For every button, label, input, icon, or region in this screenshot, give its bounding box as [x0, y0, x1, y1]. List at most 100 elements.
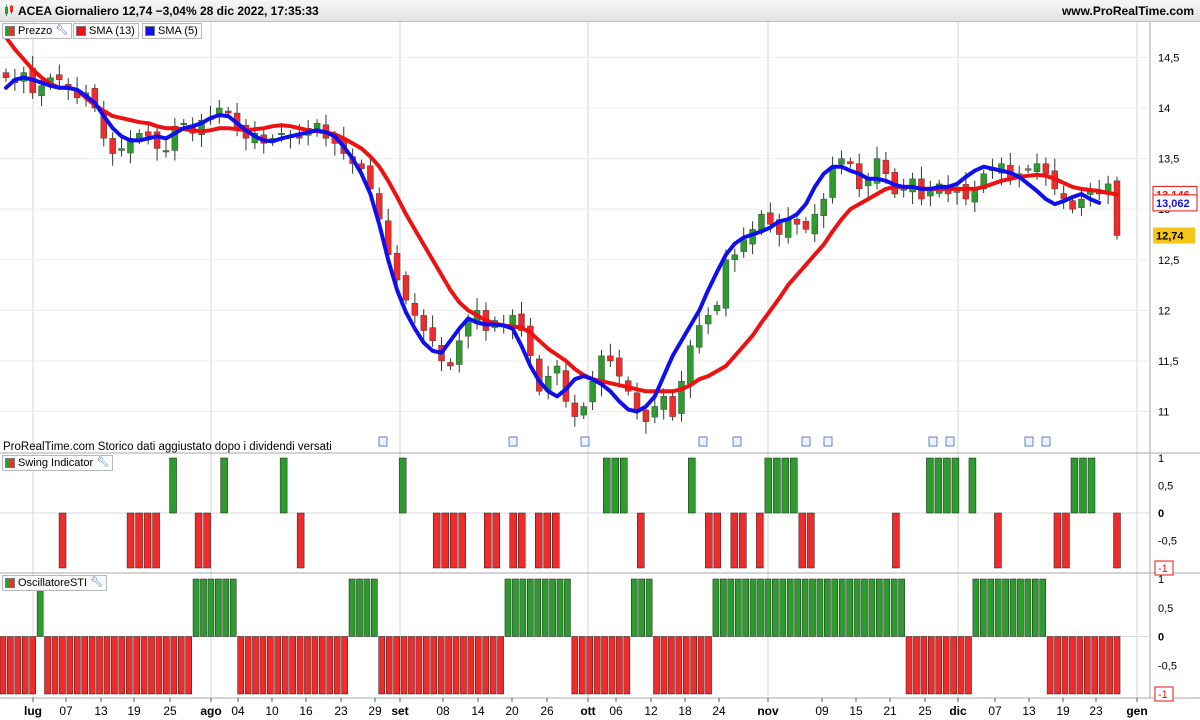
swing-bar: [1079, 457, 1087, 514]
sti-bar: [950, 636, 957, 695]
candle-body: [1069, 200, 1076, 210]
sti-bar: [601, 636, 608, 695]
sti-bar: [111, 636, 118, 695]
x-tick-label: nov: [757, 704, 779, 718]
sti-bar: [757, 578, 764, 637]
x-tick-label: 12: [644, 704, 658, 718]
x-tick-label: gen: [1126, 704, 1147, 718]
swing-bar: [713, 512, 722, 569]
swing-bar: [169, 457, 177, 514]
swing-bar: [398, 457, 407, 514]
sti-bar: [541, 578, 549, 637]
sti-bar: [586, 636, 594, 695]
legend-price[interactable]: Prezzo 🔧︎: [2, 23, 72, 39]
sti-bar: [526, 578, 534, 637]
brand-link[interactable]: www.ProRealTime.com: [1062, 4, 1194, 18]
swing-bar: [934, 457, 943, 514]
swing-bar: [705, 512, 713, 569]
chart-area[interactable]: 14,51413,51312,51211,51113,14613,06212,7…: [0, 22, 1200, 720]
sti-bar: [222, 578, 230, 637]
sti-bar: [385, 636, 393, 695]
swing-bar: [543, 512, 551, 569]
price-tick-label: 14,5: [1158, 52, 1179, 64]
wrench-icon[interactable]: 🔧︎: [90, 576, 103, 590]
sti-bar: [512, 578, 519, 637]
candle-body: [580, 406, 587, 416]
candle-body: [589, 380, 596, 403]
x-tick-label: 26: [540, 704, 554, 718]
sti-bar: [1009, 578, 1017, 637]
sti-bar: [393, 636, 400, 695]
sti-bar: [779, 578, 787, 637]
x-tick-label: 19: [1056, 704, 1070, 718]
sti-bar: [1017, 578, 1024, 637]
wrench-icon[interactable]: 🔧︎: [96, 456, 109, 470]
sti-bar: [994, 578, 1002, 637]
legend-sti[interactable]: OscillatoreSTI 🔧︎: [2, 575, 107, 591]
sti-bar: [890, 578, 898, 637]
candle-body: [2, 72, 10, 78]
sti-bar: [7, 636, 14, 695]
candle-body: [696, 325, 703, 348]
sti-bar: [192, 578, 200, 637]
sti-bar: [831, 578, 839, 637]
price-tick-label: 13,5: [1158, 154, 1179, 166]
sma13-line: [4, 35, 1119, 394]
sti-bar: [653, 636, 660, 695]
sti-bar: [853, 578, 861, 637]
candle-body: [420, 315, 427, 331]
sma13-swatch-icon: [76, 26, 86, 36]
x-tick-label: 13: [1022, 704, 1036, 718]
sti-bar: [534, 578, 542, 637]
sti-bar: [289, 636, 296, 695]
candle-body: [1042, 163, 1050, 174]
swing-bar: [807, 512, 815, 569]
swing-bar: [688, 457, 696, 514]
x-tick-label: 10: [265, 704, 279, 718]
sti-bar: [311, 636, 319, 695]
sti-bar: [772, 578, 779, 637]
sti-bar: [29, 636, 37, 695]
sti-bar: [928, 636, 935, 695]
swing-bar: [492, 512, 500, 569]
sti-bar: [660, 636, 668, 695]
sti-bar: [720, 578, 727, 637]
candle-body: [216, 107, 223, 114]
sti-bar: [675, 636, 683, 695]
swing-bar: [739, 512, 747, 569]
sti-bar: [972, 578, 980, 637]
news-marker-icon: [732, 436, 742, 447]
x-tick-label: 09: [815, 704, 829, 718]
swing-bar: [1087, 457, 1096, 514]
candle-body: [838, 158, 845, 165]
sti-bar: [155, 636, 163, 695]
sti-bar: [734, 578, 742, 637]
legend-sma5[interactable]: SMA (5): [142, 23, 202, 39]
sti-bar: [148, 636, 155, 695]
legend-swing[interactable]: Swing Indicator 🔧︎: [2, 455, 113, 471]
candle-body: [1113, 180, 1121, 236]
swing-bar: [203, 512, 211, 569]
sti-bar: [21, 636, 29, 695]
wrench-icon[interactable]: 🔧︎: [55, 24, 68, 38]
sti-bar: [942, 636, 950, 695]
swing-bar: [449, 512, 458, 569]
swing-bar: [1070, 457, 1079, 514]
sti-bar: [564, 578, 571, 637]
news-marker-icon: [801, 436, 811, 447]
candle-body: [456, 340, 463, 365]
x-tick-label: 25: [163, 704, 177, 718]
x-tick-label: 20: [505, 704, 519, 718]
x-tick-label: dic: [949, 704, 967, 718]
candle-body: [411, 303, 419, 316]
swing-tick-label: 0,5: [1158, 481, 1173, 493]
swing-bar: [432, 512, 441, 569]
sti-bar: [668, 636, 675, 695]
swing-bar: [611, 457, 620, 514]
legend-sma13[interactable]: SMA (13): [73, 23, 139, 39]
sti-bar: [957, 636, 965, 695]
last-price-badge: 12,74: [1156, 230, 1184, 242]
sti-bar: [623, 636, 631, 695]
sti-bar: [475, 636, 482, 695]
sti-tick-label: 0: [1158, 632, 1164, 644]
